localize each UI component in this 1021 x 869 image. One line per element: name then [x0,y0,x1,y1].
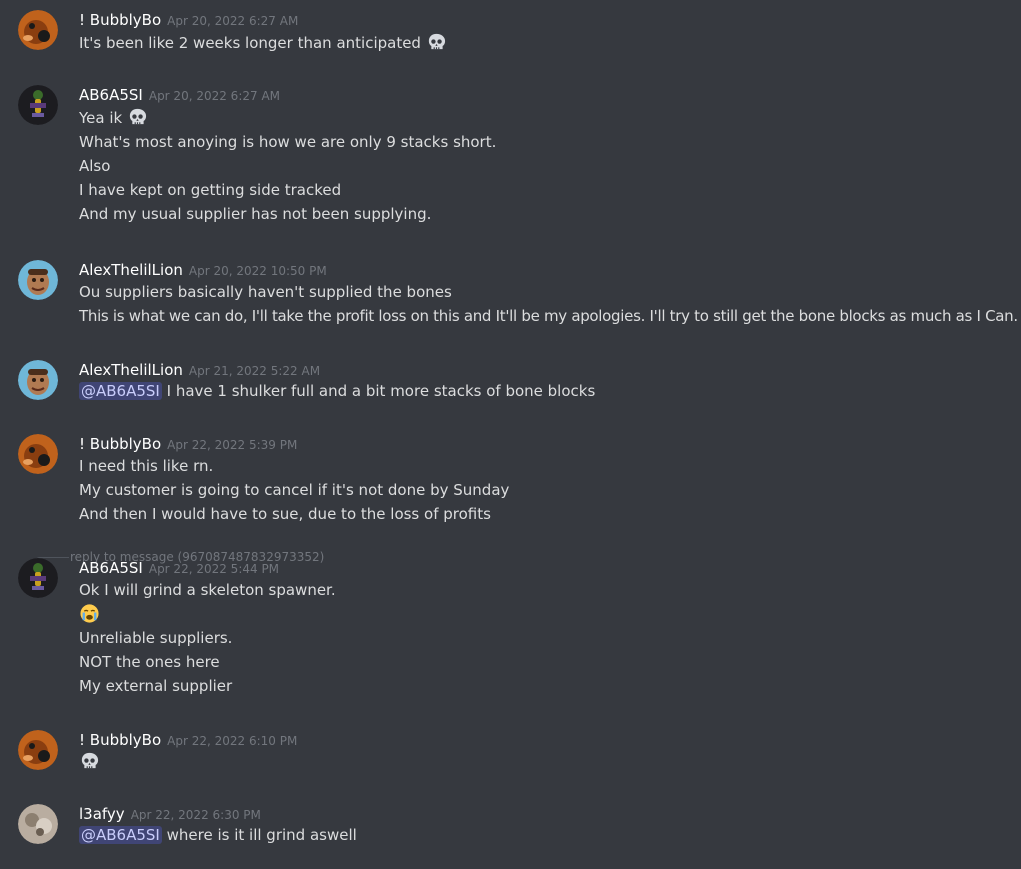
timestamp: Apr 20, 2022 10:50 PM [188,264,327,278]
timestamp: Apr 20, 2022 6:27 AM [148,89,281,103]
message-line: I need this like rn. [79,457,214,475]
avatar[interactable] [18,260,58,300]
message-text: I have 1 shulker full and a bit more sta… [161,382,596,400]
dark-character-avatar-icon [18,558,58,598]
message-line: My customer is going to cancel if it's n… [79,481,510,499]
author-name[interactable]: AlexThelilLion [79,361,183,379]
message-line: I have kept on getting side tracked [79,181,342,199]
message-line: @AB6A5SI I have 1 shulker full and a bit… [79,379,595,403]
photo-avatar-icon [18,804,58,844]
author-name[interactable]: AlexThelilLion [79,261,183,279]
message-line: And then I would have to sue, due to the… [79,505,491,523]
message-line [79,750,100,774]
timestamp: Apr 21, 2022 5:22 AM [188,364,321,378]
message-line: It's been like 2 weeks longer than antic… [79,31,447,55]
message-line: @AB6A5SI where is it ill grind aswell [79,823,357,847]
message-text: It's been like 2 weeks longer than antic… [79,34,421,52]
message-line: My external supplier [79,677,233,695]
fox-avatar-icon [18,434,58,474]
message-line: NOT the ones here [79,653,220,671]
message-line: Also [79,157,111,175]
cartoon-face-avatar-icon [18,260,58,300]
skull-emoji-icon [127,107,148,128]
timestamp: Apr 22, 2022 6:10 PM [167,734,298,748]
author-name[interactable]: l3afyy [79,805,125,823]
author-name[interactable]: ! BubblyBo [79,435,161,453]
message-list: ! BubblyBo Apr 20, 2022 6:27 AM It's been… [0,0,1021,869]
timestamp: Apr 22, 2022 5:44 PM [148,562,280,576]
message-line: Ok I will grind a skeleton spawner. [79,581,336,599]
message-line: This is what we can do, I'll take the pr… [79,307,1018,325]
message-line: What's most anoying is how we are only 9… [79,133,497,151]
avatar[interactable] [18,85,58,125]
avatar[interactable] [18,360,58,400]
crying-face-emoji-icon [79,603,100,624]
author-name[interactable]: ! BubblyBo [79,731,161,749]
avatar[interactable] [18,434,58,474]
timestamp: Apr 22, 2022 6:30 PM [130,808,261,822]
timestamp: Apr 20, 2022 6:27 AM [167,14,299,28]
message-text: Yea ik [79,109,123,127]
author-name[interactable]: AB6A5SI [79,86,143,104]
message-text: where is it ill grind aswell [161,826,357,844]
author-name[interactable]: AB6A5SI [79,559,143,577]
cartoon-face-avatar-icon [18,360,58,400]
message-line: Unreliable suppliers. [79,629,233,647]
fox-avatar-icon [18,10,58,50]
avatar[interactable] [18,10,58,50]
timestamp: Apr 22, 2022 5:39 PM [167,438,298,452]
message-line: Ou suppliers basically haven't supplied … [79,283,452,301]
dark-character-avatar-icon [18,85,58,125]
user-mention[interactable]: @AB6A5SI [79,382,162,400]
message-line [79,602,336,626]
avatar[interactable] [18,558,58,598]
fox-avatar-icon [18,730,58,770]
skull-emoji-icon [426,32,447,53]
message-line: And my usual supplier has not been suppl… [79,205,432,223]
user-mention[interactable]: @AB6A5SI [79,826,162,844]
author-name[interactable]: ! BubblyBo [79,11,161,29]
message-line: Yea ik [79,106,496,130]
avatar[interactable] [18,804,58,844]
skull-emoji-icon [79,751,100,772]
avatar[interactable] [18,730,58,770]
